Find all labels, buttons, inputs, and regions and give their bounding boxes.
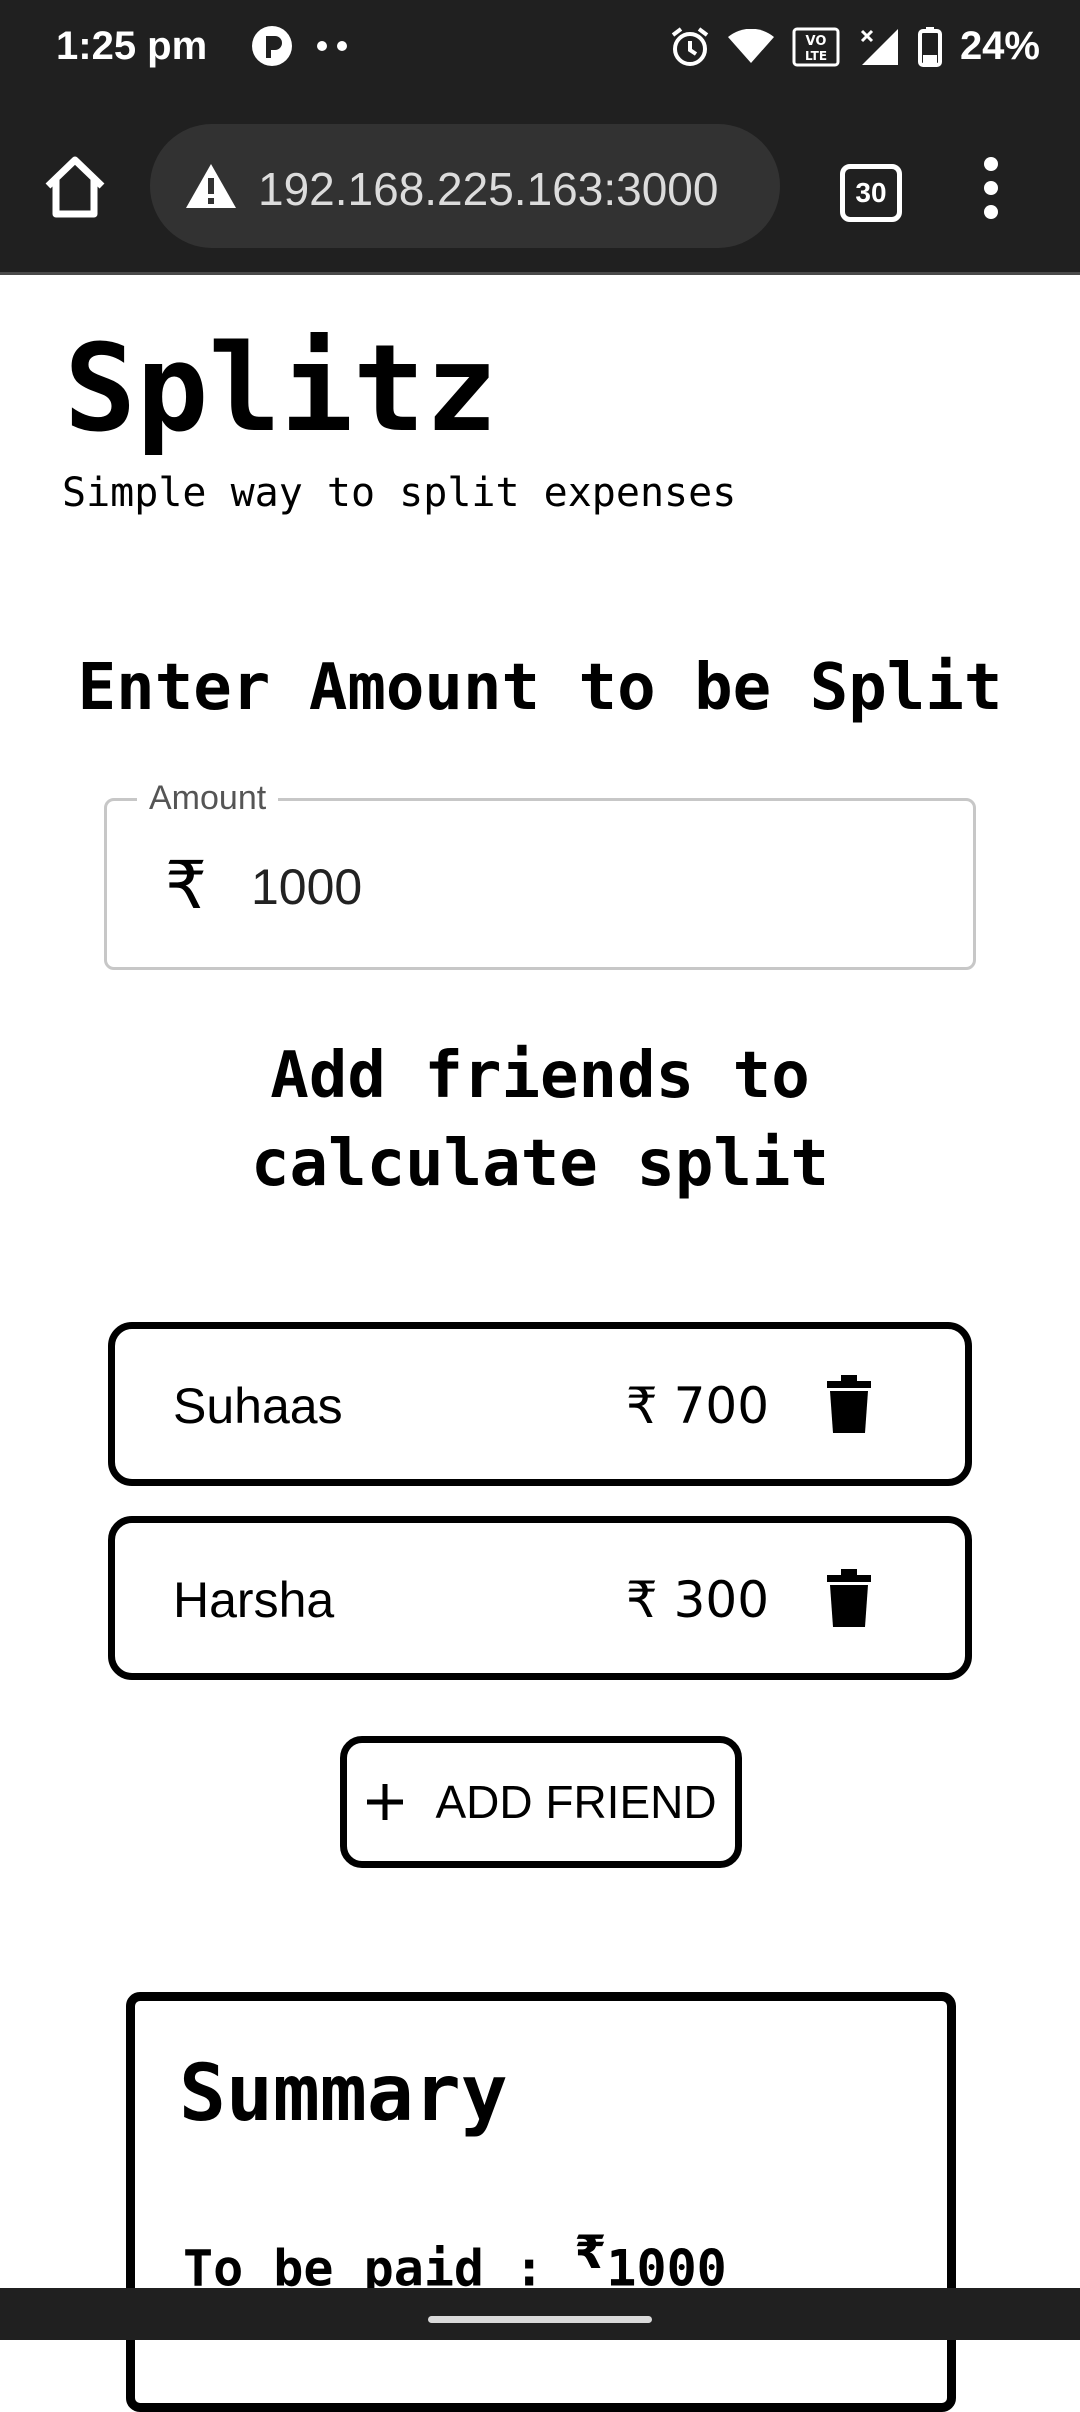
not-secure-warning-icon[interactable] bbox=[184, 162, 238, 210]
battery-icon bbox=[917, 26, 942, 67]
add-friend-button[interactable]: ADD FRIEND bbox=[340, 1736, 742, 1868]
add-friend-label: ADD FRIEND bbox=[435, 1776, 717, 1828]
svg-text:VO: VO bbox=[805, 34, 826, 49]
more-options-icon[interactable] bbox=[976, 156, 1006, 220]
to-be-paid-line: To be paid : ₹1000 bbox=[183, 2225, 727, 2298]
battery-percent: 24% bbox=[959, 24, 1040, 68]
gesture-handle[interactable] bbox=[428, 2316, 652, 2323]
amount-field-label: Amount bbox=[137, 779, 279, 818]
delete-icon[interactable] bbox=[825, 1375, 873, 1435]
more-notifications-icon bbox=[317, 41, 347, 51]
app-notification-icon bbox=[252, 26, 292, 66]
status-system-icons: VO LTE 24% bbox=[670, 24, 1040, 69]
app-subtitle: Simple way to split expenses bbox=[62, 470, 737, 516]
delete-icon[interactable] bbox=[825, 1569, 873, 1629]
status-notification-icons bbox=[250, 24, 352, 68]
alarm-icon bbox=[671, 26, 709, 66]
browser-toolbar: 192.168.225.163:3000 30 bbox=[0, 100, 1080, 275]
summary-title: Summary bbox=[179, 2049, 508, 2139]
summary-card: Summary To be paid : ₹1000 bbox=[126, 1992, 956, 2412]
app-title: Splitz bbox=[64, 320, 498, 459]
wifi-icon bbox=[727, 28, 774, 63]
tab-switcher-button[interactable]: 30 bbox=[840, 164, 902, 222]
rupee-symbol: ₹ bbox=[574, 2225, 607, 2279]
friend-card: Suhaas ₹ 700 bbox=[108, 1322, 972, 1486]
amount-input[interactable] bbox=[249, 851, 933, 923]
friends-heading: Add friends to calculate split bbox=[251, 1039, 829, 1201]
amount-heading: Enter Amount to be Split bbox=[77, 651, 1003, 725]
plus-icon bbox=[367, 1784, 404, 1820]
friend-share-amount: ₹ 300 bbox=[625, 1571, 769, 1629]
rupee-icon: ₹ bbox=[165, 847, 207, 924]
amount-field[interactable]: Amount ₹ bbox=[104, 779, 976, 970]
friend-share-amount: ₹ 700 bbox=[625, 1377, 769, 1435]
address-bar[interactable]: 192.168.225.163:3000 bbox=[150, 124, 780, 248]
status-time: 1:25 pm bbox=[56, 24, 208, 68]
url-text[interactable]: 192.168.225.163:3000 bbox=[258, 162, 718, 216]
svg-text:LTE: LTE bbox=[805, 49, 827, 63]
status-bar: 1:25 pm VO LTE 24% bbox=[0, 0, 1080, 100]
signal-icon bbox=[860, 28, 898, 65]
friend-name: Suhaas bbox=[173, 1378, 343, 1434]
friend-name: Harsha bbox=[173, 1572, 335, 1628]
volte-icon: VO LTE bbox=[792, 27, 840, 66]
navigation-bar bbox=[0, 2288, 1080, 2340]
home-icon[interactable] bbox=[40, 152, 110, 222]
friend-card: Harsha ₹ 300 bbox=[108, 1516, 972, 1680]
